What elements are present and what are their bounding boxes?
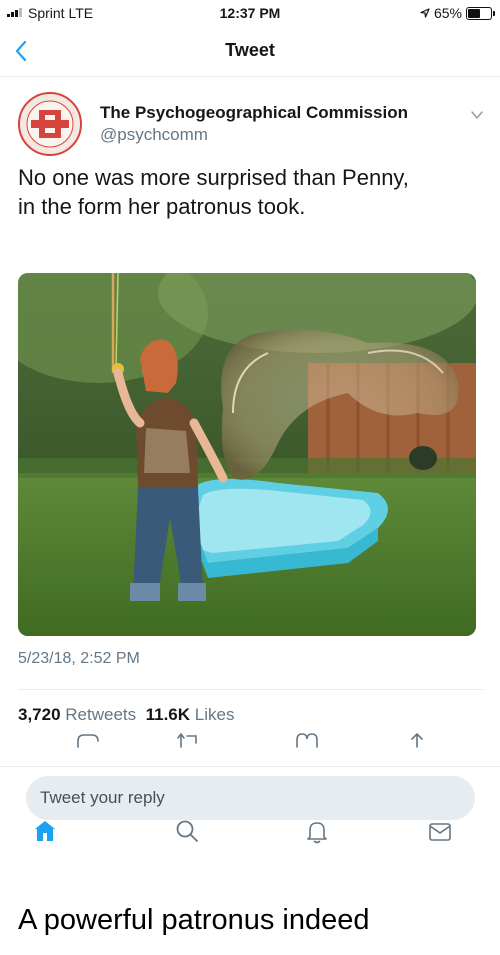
author-handle[interactable]: @psychcomm (100, 125, 208, 145)
location-arrow-icon (420, 8, 430, 18)
notifications-icon[interactable] (304, 818, 330, 844)
retweet-icon[interactable] (176, 731, 200, 749)
avatar[interactable] (18, 92, 82, 156)
tweet-photo[interactable] (18, 273, 476, 636)
tweet-text-line: in the form her patronus took. (18, 194, 306, 219)
status-bar: Sprint LTE 12:37 PM 65% (0, 0, 500, 28)
battery-icon (466, 6, 495, 20)
search-icon[interactable] (174, 818, 200, 844)
meme-caption: A powerful patronus indeed (18, 904, 370, 936)
messages-icon[interactable] (427, 818, 453, 844)
share-icon[interactable] (405, 731, 429, 749)
retweets-count[interactable]: 3,720 (18, 705, 61, 724)
tweet-stats: 3,720 Retweets 11.6K Likes (18, 705, 234, 725)
battery-percent: 65% (433, 5, 462, 21)
like-icon[interactable] (295, 731, 319, 749)
divider (0, 766, 500, 767)
tweet-text: No one was more surprised than Penny, in… (18, 163, 488, 221)
reply-input[interactable]: Tweet your reply (26, 776, 475, 820)
likes-count[interactable]: 11.6K (146, 705, 190, 724)
home-icon[interactable] (32, 818, 58, 844)
page-title: Tweet (225, 40, 275, 60)
chevron-down-icon[interactable] (470, 110, 484, 120)
tweet-timestamp: 5/23/18, 2:52 PM (18, 650, 140, 667)
nav-divider (0, 76, 500, 77)
divider (18, 689, 484, 690)
likes-label[interactable]: Likes (195, 705, 235, 724)
retweets-label[interactable]: Retweets (65, 705, 136, 724)
reply-placeholder: Tweet your reply (40, 788, 165, 807)
author-name[interactable]: The Psychogeographical Commission (100, 103, 408, 123)
reply-icon[interactable] (76, 731, 100, 749)
battery-group: 65% (420, 5, 495, 21)
tweet-text-line: No one was more surprised than Penny, (18, 165, 409, 190)
